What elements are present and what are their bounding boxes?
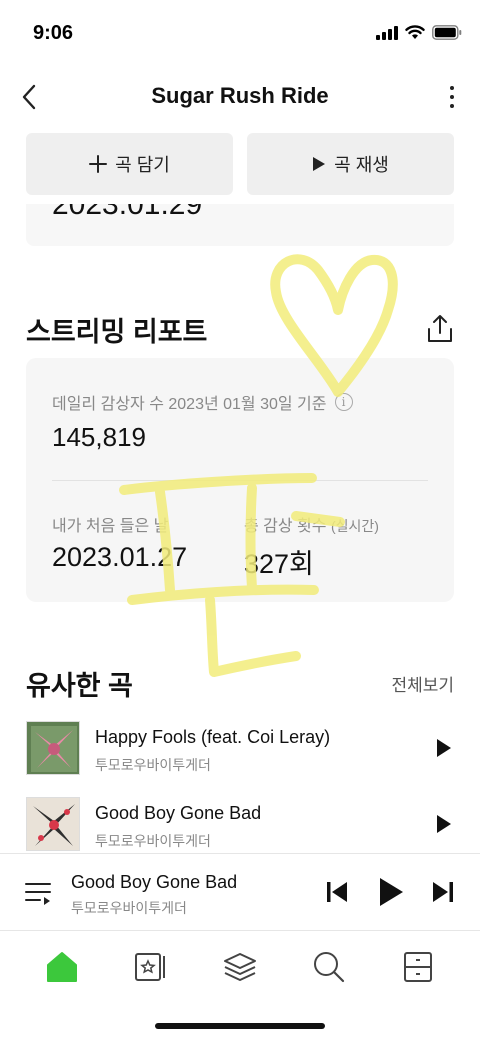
list-item[interactable]: Happy Fools (feat. Coi Leray) 투모로우바이투게더 (26, 721, 454, 777)
drawer-icon (403, 952, 432, 982)
battery-icon (432, 25, 462, 40)
more-dot-icon (450, 86, 454, 90)
tab-search[interactable] (307, 945, 351, 989)
song-artist: 투모로우바이투게더 (95, 757, 211, 773)
handwriting-stroke (205, 595, 301, 677)
song-title: Good Boy Gone Bad (95, 803, 262, 823)
skip-previous-icon (327, 882, 347, 902)
mini-player-title: Good Boy Gone Bad (71, 872, 238, 892)
play-button-label: 곡 재생 (334, 155, 389, 175)
album-art (26, 721, 80, 775)
streaming-report-card: 데일리 감상자 수 2023년 01월 30일 기준 i 145,819 내가 … (26, 358, 454, 602)
add-to-playlist-button[interactable]: 곡 담기 (26, 133, 233, 195)
share-icon (428, 315, 452, 342)
next-track-button[interactable] (432, 880, 454, 904)
album-art (26, 797, 80, 851)
wifi-icon (405, 25, 425, 39)
status-bar: 9:06 (0, 0, 480, 70)
page-header: Sugar Rush Ride (0, 70, 480, 124)
total-plays-label: 총 감상 횟수 (실시간) (244, 512, 379, 536)
home-icon (47, 952, 78, 982)
library-icon (135, 953, 166, 981)
mini-player-artist: 투모로우바이투게더 (71, 900, 187, 916)
song-title: Happy Fools (feat. Coi Leray) (95, 727, 331, 747)
more-dot-icon (450, 104, 454, 108)
signal-icon (376, 25, 398, 40)
similar-songs-title: 유사한 곡 (26, 671, 133, 701)
song-play-button[interactable] (434, 737, 454, 759)
play-icon (437, 739, 451, 757)
layers-icon (223, 953, 256, 981)
tab-home[interactable] (40, 945, 84, 989)
total-plays-sublabel: (실시간) (330, 518, 379, 534)
play-icon (437, 815, 451, 833)
album-art-image (27, 722, 79, 774)
previous-track-button[interactable] (326, 880, 348, 904)
daily-listeners-value: 145,819 (52, 422, 146, 452)
tab-layers[interactable] (218, 945, 262, 989)
total-plays-value: 327회 (244, 549, 314, 579)
album-art-image (27, 798, 79, 850)
first-listen-value: 2023.01.27 (52, 542, 188, 572)
song-play-button[interactable] (434, 813, 454, 835)
list-item[interactable]: Good Boy Gone Bad 투모로우바이투게더 (26, 797, 454, 853)
playlist-queue-icon (25, 883, 51, 905)
info-icon[interactable]: i (334, 393, 353, 411)
play-pause-button[interactable] (378, 876, 404, 908)
add-button-label: 곡 담기 (115, 155, 170, 175)
play-song-button[interactable]: 곡 재생 (247, 133, 454, 195)
previous-info-card: 2023.01.29 (26, 204, 454, 246)
tab-library[interactable] (129, 945, 173, 989)
plus-icon (89, 155, 108, 173)
total-plays-label-text: 총 감상 횟수 (244, 518, 327, 535)
play-icon (313, 157, 326, 171)
streaming-report-title: 스트리밍 리포트 (26, 317, 208, 347)
card-divider (52, 480, 428, 481)
bottom-tab-bar (0, 932, 480, 1002)
skip-next-icon (433, 882, 453, 902)
queue-button[interactable] (24, 880, 52, 906)
first-listen-label: 내가 처음 들은 날 (52, 518, 169, 535)
song-artist: 투모로우바이투게더 (95, 833, 211, 849)
status-time: 9:06 (33, 22, 74, 44)
see-all-link[interactable]: 전체보기 (391, 671, 454, 696)
share-button[interactable] (426, 314, 454, 344)
home-indicator (155, 1023, 325, 1029)
tab-drawer[interactable] (396, 945, 440, 989)
more-dot-icon (450, 95, 454, 99)
status-icons (376, 25, 462, 40)
mini-player[interactable]: Good Boy Gone Bad 투모로우바이투게더 (0, 853, 480, 931)
play-icon (380, 878, 403, 906)
previous-card-text: 2023.01.29 (52, 204, 203, 221)
action-row: 곡 담기 곡 재생 (26, 133, 454, 195)
more-options-button[interactable] (440, 80, 464, 114)
daily-listeners-label: 데일리 감상자 수 2023년 01월 30일 기준 (52, 396, 327, 413)
search-icon (313, 952, 344, 983)
daily-listeners-label-row: 데일리 감상자 수 2023년 01월 30일 기준 i (52, 390, 353, 414)
page-title: Sugar Rush Ride (151, 83, 329, 108)
